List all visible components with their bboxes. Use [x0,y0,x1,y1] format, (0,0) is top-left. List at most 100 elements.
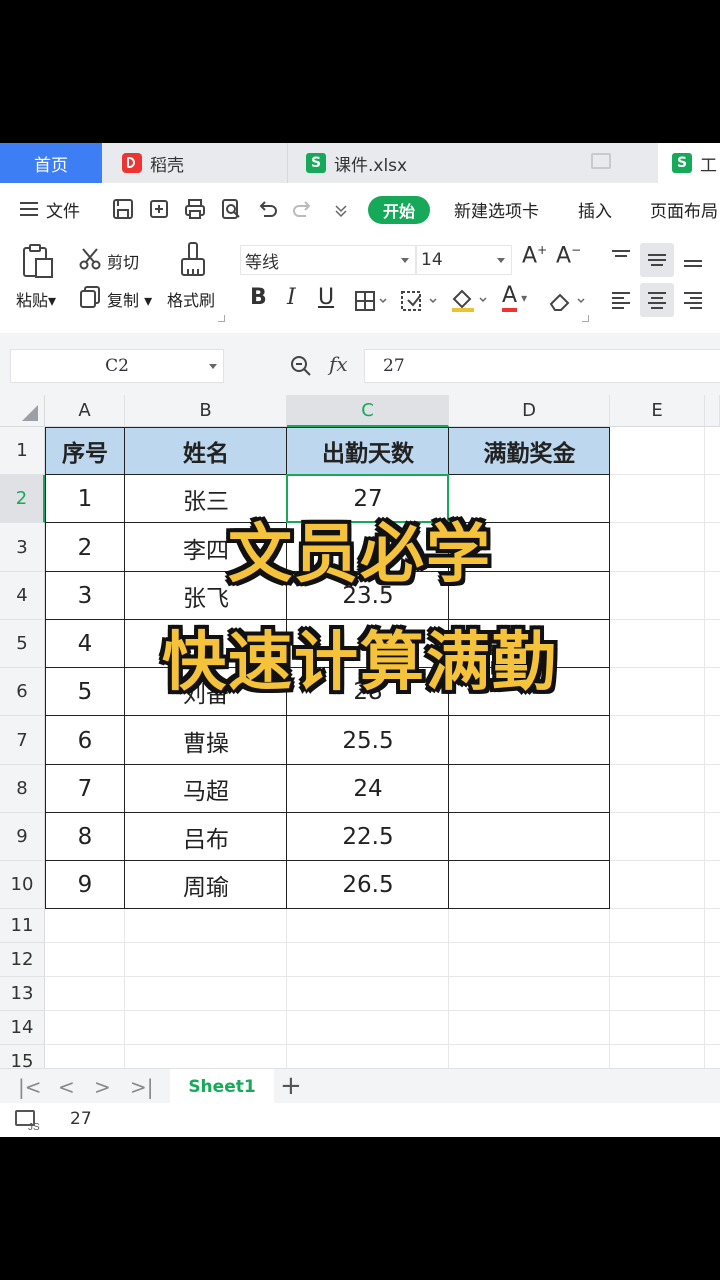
table-cell[interactable] [449,765,610,813]
table-cell[interactable]: 6 [45,716,125,765]
table-cell[interactable]: 周瑜 [125,861,287,909]
font-expand-icon[interactable] [582,315,589,322]
table-cell[interactable]: 曹操 [125,716,287,765]
formula-input[interactable]: 27 [364,349,720,383]
next-sheet-icon[interactable]: > [94,1075,111,1099]
tab-home[interactable]: 首页 [0,143,102,183]
table-cell[interactable] [449,813,610,861]
column-header-c[interactable]: C [287,395,449,427]
table-border-horizontal [45,812,610,813]
table-cell[interactable]: 24 [287,765,449,813]
print-preview-icon[interactable] [220,198,242,220]
eraser-icon[interactable] [548,290,588,312]
export-icon[interactable] [148,198,170,220]
row-header-1[interactable]: 1 [0,427,45,475]
table-header-cell[interactable]: 出勤天数 [287,427,449,475]
column-header-d[interactable]: D [449,395,610,427]
table-header-cell[interactable]: 满勤奖金 [449,427,610,475]
row-header-12[interactable]: 12 [0,943,45,977]
table-cell[interactable]: 马超 [125,765,287,813]
window-tab-bar: 首页 稻壳 S 课件.xlsx S 工 [0,143,720,183]
last-sheet-icon[interactable]: >| [130,1075,154,1099]
sheet-tab-sheet1[interactable]: Sheet1 [170,1069,274,1104]
name-box[interactable]: C2 [10,349,224,383]
table-cell[interactable]: 8 [45,813,125,861]
fill-color-icon[interactable] [450,287,490,313]
macro-record-icon[interactable]: JS [14,1109,40,1131]
font-name-select[interactable]: 等线 [240,245,416,275]
column-header-blank[interactable] [705,395,720,427]
row-header-15[interactable]: 15 [0,1045,45,1068]
table-header-cell[interactable]: 序号 [45,427,125,475]
svg-text:JS: JS [28,1122,40,1131]
chevron-down-icon[interactable] [330,198,352,220]
row-header-9[interactable]: 9 [0,813,45,861]
table-cell[interactable]: 26.5 [287,861,449,909]
table-cell[interactable] [449,716,610,765]
table-cell[interactable]: 9 [45,861,125,909]
paste-button[interactable]: 粘贴▾ [16,287,56,311]
align-center-button[interactable] [640,283,674,317]
row-header-7[interactable]: 7 [0,716,45,765]
table-cell[interactable] [449,861,610,909]
align-middle-button[interactable] [640,243,674,277]
column-header-e[interactable]: E [610,395,705,427]
gridline-horizontal [45,1010,720,1011]
formula-bar: C2 fx 27 [0,333,720,395]
first-sheet-icon[interactable]: |< [18,1075,42,1099]
fx-function-button[interactable]: fx [329,352,348,376]
font-color-button[interactable]: A ▾ [502,283,527,312]
table-cell[interactable]: 7 [45,765,125,813]
save-icon[interactable] [112,198,134,220]
align-right-button[interactable] [676,283,710,317]
cut-button[interactable]: 剪切 [107,249,139,273]
tab-new-tab[interactable]: 新建选项卡 [454,183,539,235]
tab-daoke[interactable]: 稻壳 [102,143,288,183]
print-icon[interactable] [184,198,206,220]
tab-file-2[interactable]: S 工 [658,143,720,183]
column-header-a[interactable]: A [45,395,125,427]
tab-file-kejian[interactable]: S 课件.xlsx [288,143,658,183]
redo-icon[interactable] [292,198,314,220]
table-cell[interactable]: 22.5 [287,813,449,861]
select-all-corner[interactable] [0,395,45,427]
table-cell[interactable]: 25.5 [287,716,449,765]
daoke-logo-icon [122,153,142,173]
fill-style-icon[interactable] [400,290,440,312]
add-sheet-button[interactable]: + [280,1071,302,1101]
format-painter-icon[interactable] [178,241,208,279]
row-header-11[interactable]: 11 [0,909,45,943]
table-cell[interactable]: 吕布 [125,813,287,861]
paste-icon[interactable] [20,243,58,279]
clipboard-expand-icon[interactable] [218,315,225,322]
align-left-button[interactable] [604,283,638,317]
align-top-button[interactable] [604,243,638,277]
row-header-14[interactable]: 14 [0,1011,45,1045]
tab-start[interactable]: 开始 [368,196,430,224]
underline-button[interactable]: U [318,285,334,310]
sheet-tab-bar: |< < > >| Sheet1 + [0,1068,720,1104]
font-size-select[interactable]: 14 [416,245,512,275]
tab-insert[interactable]: 插入 [578,183,612,235]
table-border-horizontal [45,715,610,716]
table-header-cell[interactable]: 姓名 [125,427,287,475]
bold-button[interactable]: B [250,285,267,310]
column-header-b[interactable]: B [125,395,287,427]
tab-page-layout[interactable]: 页面布局 [650,183,718,235]
prev-sheet-icon[interactable]: < [58,1075,75,1099]
increase-font-size-button[interactable]: A+ [522,243,547,268]
row-header-13[interactable]: 13 [0,977,45,1011]
row-header-8[interactable]: 8 [0,765,45,813]
border-icon[interactable] [354,290,388,312]
align-bottom-button[interactable] [676,243,710,277]
monitor-icon[interactable] [591,153,611,169]
decrease-font-size-button[interactable]: A− [556,243,581,268]
undo-icon[interactable] [256,198,278,220]
row-header-10[interactable]: 10 [0,861,45,909]
spreadsheet-grid[interactable]: A B C D E 1 2 3 4 5 6 7 8 9 10 11 12 13 14 15 序号 姓名 出勤天数 满勤奖金 1 张… [0,395,720,1068]
format-painter-button[interactable]: 格式刷 [167,287,215,311]
zoom-search-icon[interactable] [290,355,312,377]
copy-button[interactable]: 复制 ▾ [107,287,152,311]
italic-button[interactable]: I [287,285,296,310]
file-menu[interactable]: 文件 [20,183,80,235]
